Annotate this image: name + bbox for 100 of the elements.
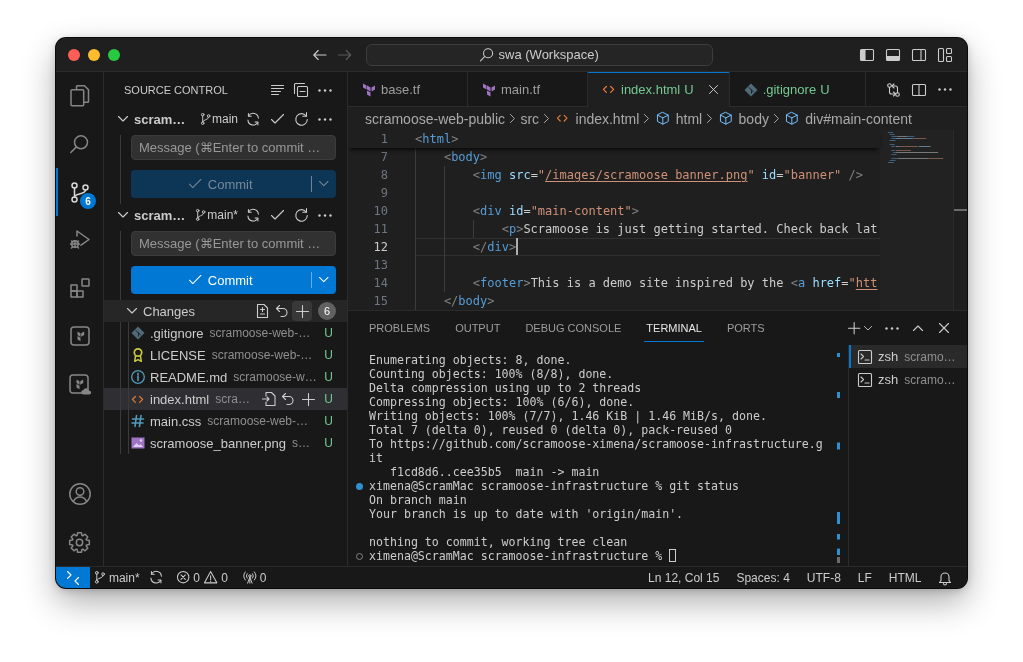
- group-header-row[interactable]: Changes 6: [104, 300, 347, 322]
- line-ending-button[interactable]: LF: [849, 567, 881, 588]
- breadcrumb-item[interactable]: body: [717, 110, 769, 127]
- file-name: .gitignore: [150, 325, 204, 341]
- check-icon: [270, 114, 284, 124]
- command-center-field[interactable]: swa (Workspace): [366, 43, 713, 66]
- editor-tab[interactable]: base.tf: [348, 72, 468, 107]
- undo-icon: [282, 393, 295, 405]
- terminal-session-item[interactable]: zsh scramo…: [849, 368, 967, 391]
- layout-grid-icon: [938, 47, 952, 62]
- commit-message-field[interactable]: Message (⌘Enter to commit …: [131, 135, 336, 160]
- terminal-line: it: [369, 451, 383, 465]
- terminal-icon: [858, 349, 872, 364]
- file-name: README.md: [150, 369, 228, 385]
- account-icon: [68, 483, 91, 505]
- terminal-session-item[interactable]: zsh scramo…: [849, 345, 967, 368]
- chevron-down-icon: [318, 181, 329, 187]
- panel-tab[interactable]: TERMINAL: [633, 311, 715, 345]
- toggle-panel-button[interactable]: [886, 48, 900, 61]
- breadcrumb-item[interactable]: html: [654, 110, 703, 127]
- branch-button[interactable]: main*: [90, 567, 145, 588]
- search-icon: [480, 47, 494, 62]
- remote-button[interactable]: [56, 567, 90, 588]
- git-status: U: [324, 436, 333, 450]
- terminal-line: f1cd8d6..cee35b5 main -> main: [388, 465, 600, 479]
- commit-options-button[interactable]: [311, 170, 336, 198]
- image-icon: [131, 437, 145, 449]
- close-icon: [939, 323, 949, 333]
- toggle-primary-sidebar-button[interactable]: [860, 48, 874, 61]
- branch-icon: [200, 113, 210, 125]
- code-line: </body>: [442, 293, 495, 310]
- breadcrumb-item[interactable]: src: [520, 110, 540, 127]
- terminal-line: To https://github.com/scramoose-ximena/scramoose-infrastructure.g: [369, 437, 823, 451]
- commit-button[interactable]: Commit: [131, 266, 311, 294]
- file-list-item[interactable]: index.html scra… U: [104, 388, 347, 410]
- circular-arrows-icon: [246, 112, 260, 126]
- chevron-right-icon: [544, 114, 550, 123]
- more-icon: [318, 88, 332, 92]
- git-status: U: [324, 370, 333, 384]
- problems-button[interactable]: 0 0: [166, 567, 233, 588]
- source-control-icon: [70, 181, 89, 203]
- circular-arrows-icon: [246, 208, 260, 222]
- breadcrumb-item[interactable]: div#main-content: [784, 110, 912, 127]
- zoom-window-button[interactable]: [108, 48, 120, 61]
- breadcrumb-item[interactable]: index.html: [554, 110, 640, 127]
- terraform-icon: [69, 326, 90, 346]
- line-number: 11: [372, 221, 388, 238]
- code-line: <footer>This is a demo site inspired by the <a href="htt: [471, 275, 878, 292]
- more-icon: [938, 88, 952, 91]
- code-line: <body>: [442, 149, 488, 166]
- group-title: Changes: [143, 303, 196, 319]
- ports-button[interactable]: 0: [238, 567, 272, 588]
- notification-badge: 6: [80, 193, 96, 209]
- close-window-button[interactable]: [68, 48, 80, 61]
- panel-tab[interactable]: OUTPUT: [442, 311, 513, 345]
- stacked-squares-icon: [294, 83, 308, 97]
- terminal-line: ximena@ScramMac scramoose-infrastructure %: [369, 549, 677, 563]
- customize-layout-button[interactable]: [938, 47, 952, 62]
- panel-tab[interactable]: PORTS: [714, 311, 778, 345]
- terraform-cloud-icon: [68, 373, 91, 395]
- branch-button[interactable]: main*: [195, 204, 238, 226]
- editor-tab[interactable]: index.html U: [588, 72, 730, 107]
- editor-tab[interactable]: .gitignore U: [729, 72, 866, 107]
- panel-tab[interactable]: PROBLEMS: [356, 311, 443, 345]
- undo-icon: [276, 305, 288, 317]
- repository-name[interactable]: scram…: [134, 111, 186, 127]
- split-icon: [912, 83, 926, 96]
- list-icon: [270, 84, 284, 96]
- code-line: <img src="/images/scramoose_banner.png" id="banner" />: [471, 167, 864, 184]
- close-icon: [709, 85, 719, 94]
- cursor-position-marker: [954, 209, 967, 211]
- panel-tab[interactable]: DEBUG CONSOLE: [512, 311, 634, 345]
- file-name: index.html: [150, 391, 210, 407]
- file-path: s…: [291, 436, 310, 450]
- language-mode-button[interactable]: HTML: [880, 567, 930, 588]
- chevron-right-icon: [707, 114, 713, 123]
- gear-icon: [69, 531, 90, 553]
- cursor-position-button[interactable]: Ln 12, Col 15: [639, 567, 728, 588]
- repository-name[interactable]: scram…: [134, 207, 186, 223]
- encoding-button[interactable]: UTF-8: [798, 567, 850, 588]
- commit-message-field[interactable]: Message (⌘Enter to commit …: [131, 231, 336, 256]
- file-path: scra…: [215, 392, 250, 406]
- hash-icon: [132, 415, 144, 427]
- circular-arrows-icon: [149, 571, 162, 584]
- file-name: scramoose_banner.png: [150, 435, 286, 451]
- code-line: <div id="main-content">: [471, 203, 640, 220]
- go-back-button[interactable]: [313, 49, 327, 60]
- stage-all-button[interactable]: [292, 301, 312, 321]
- toggle-secondary-sidebar-button[interactable]: [912, 48, 926, 61]
- code-line: </div>: [471, 238, 519, 256]
- minimize-window-button[interactable]: [88, 48, 100, 61]
- play-bug-icon: [69, 230, 90, 250]
- chevron-down-icon: [864, 325, 872, 331]
- indentation-button[interactable]: Spaces: 4: [727, 567, 799, 588]
- line-number: 1: [379, 131, 388, 148]
- code-brackets-icon: [132, 395, 144, 403]
- file-path: scramoose-web-…: [207, 414, 308, 428]
- branch-button[interactable]: main: [200, 108, 238, 130]
- breadcrumb-item[interactable]: scramoose-web-public: [365, 110, 506, 127]
- file-name: main.css: [150, 413, 202, 429]
